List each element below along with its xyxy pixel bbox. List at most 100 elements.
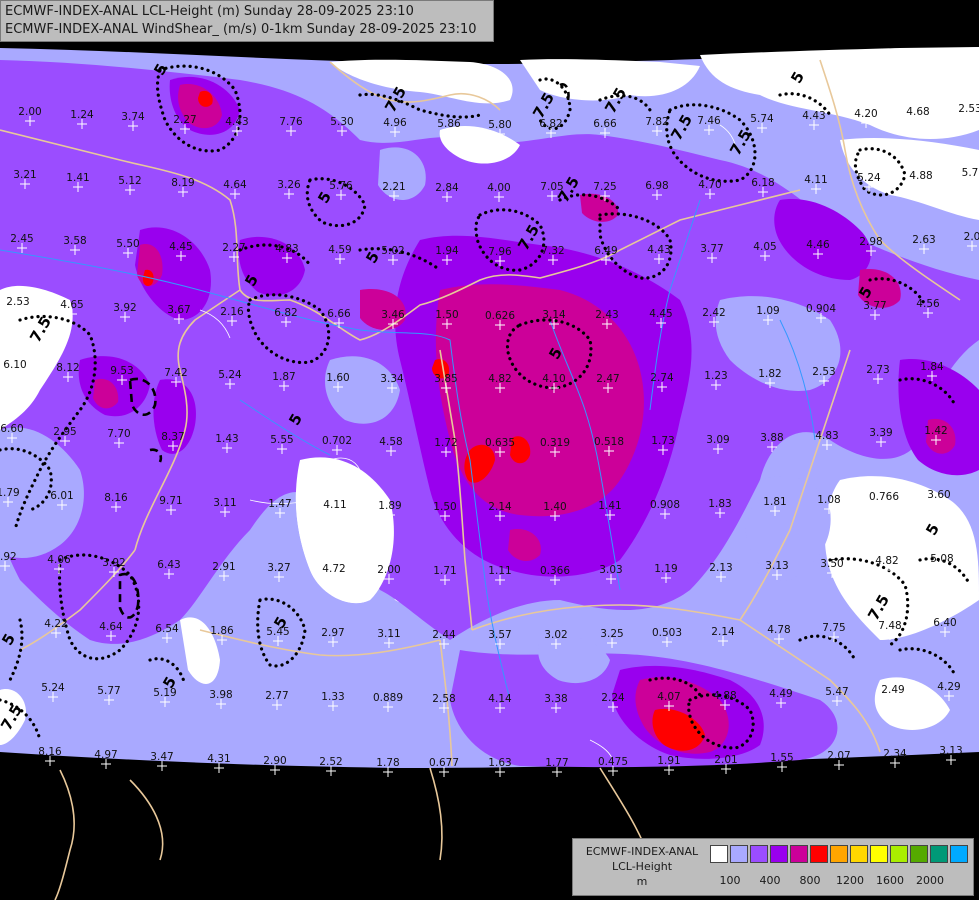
station-value: 4.65	[60, 299, 83, 311]
station-value: 0.319	[540, 437, 570, 449]
station-value: 6.98	[645, 180, 668, 192]
station-value: 2.73	[866, 364, 889, 376]
station-value: 4.20	[854, 108, 877, 120]
station-value: 1.77	[545, 757, 568, 769]
station-value: 2.07	[827, 750, 850, 762]
station-value: 4.45	[649, 308, 672, 320]
station-value: 0.475	[598, 756, 628, 768]
station-value: 4.88	[909, 170, 932, 182]
station-value: 0.518	[594, 436, 624, 448]
legend-swatch	[790, 845, 808, 863]
station-value: 3.92	[0, 551, 17, 563]
station-value: 8.12	[56, 362, 79, 374]
station-value: 2.63	[912, 234, 935, 246]
station-value: 2.47	[596, 373, 619, 385]
station-value: 4.70	[698, 179, 721, 191]
station-value: 5.47	[825, 686, 848, 698]
station-value: 3.11	[377, 628, 400, 640]
station-value: 3.92	[102, 557, 125, 569]
station-value: 3.47	[150, 751, 173, 763]
station-value: 4.43	[647, 244, 670, 256]
station-value: 4.96	[383, 117, 407, 129]
station-value: 4.82	[488, 373, 511, 385]
station-value: 4.56	[916, 298, 940, 310]
station-value: 2.21	[382, 181, 405, 193]
station-value: 1.84	[920, 361, 944, 373]
legend-title-line-3: m	[636, 875, 648, 888]
station-value: 3.98	[209, 689, 232, 701]
legend-swatch	[930, 845, 948, 863]
station-value: 3.88	[760, 432, 783, 444]
station-value: 5.24	[41, 682, 65, 694]
station-value: 4.72	[322, 563, 345, 575]
station-value: 4.83	[815, 430, 838, 442]
station-value: 5.12	[118, 175, 141, 187]
legend-tick-label: 100	[719, 874, 741, 887]
station-value: 5.30	[330, 116, 353, 128]
station-value: 1.83	[708, 498, 731, 510]
station-value: 2.0	[964, 231, 979, 243]
station-value: 2.42	[702, 307, 725, 319]
station-value: 1.72	[434, 437, 457, 449]
station-value: 3.27	[267, 562, 290, 574]
station-value: 2.97	[321, 627, 344, 639]
station-value: 0.366	[540, 565, 570, 577]
legend-title: ECMWF-INDEX-ANAL LCL-Height m	[577, 844, 707, 889]
station-value: 2.27	[173, 114, 196, 126]
station-value: 1.60	[326, 372, 349, 384]
station-value: 6.18	[751, 177, 774, 189]
station-value: 0.702	[322, 435, 352, 447]
station-value: 2.24	[601, 692, 625, 704]
station-value: 4.06	[47, 554, 71, 566]
legend-swatch	[730, 845, 748, 863]
station-value: 4.45	[169, 241, 192, 253]
legend-swatch	[870, 845, 888, 863]
station-value: 3.67	[167, 304, 190, 316]
station-value: 9.71	[159, 495, 182, 507]
station-value: 2.91	[212, 561, 235, 573]
station-value: 4.88	[713, 690, 736, 702]
station-value: 5.24	[218, 369, 242, 381]
station-value: 5.24	[857, 172, 881, 184]
station-value: 6.82	[274, 307, 297, 319]
station-value: 2.74	[650, 372, 674, 384]
legend-tick-label: 1600	[876, 874, 904, 887]
station-value: 3.09	[706, 434, 729, 446]
station-value: 4.43	[225, 116, 248, 128]
station-value: 8.19	[171, 177, 194, 189]
station-value: 6.60	[0, 423, 23, 435]
station-value: 1.41	[598, 500, 621, 512]
station-value: 4.97	[94, 749, 117, 761]
station-value: 2.43	[595, 309, 618, 321]
station-value: 1.11	[488, 565, 511, 577]
station-value: 1.86	[210, 625, 234, 637]
station-value: 4.78	[767, 624, 790, 636]
legend-swatch	[830, 845, 848, 863]
station-value: 3.50	[820, 558, 843, 570]
legend-title-line-2: LCL-Height	[611, 860, 673, 873]
station-value: 1.82	[758, 368, 781, 380]
station-value: 7.42	[164, 367, 187, 379]
station-value: 2.13	[709, 562, 732, 574]
station-value: 1.24	[70, 109, 94, 121]
station-value: 0.889	[373, 692, 403, 704]
station-value: 0.766	[869, 491, 899, 503]
station-value: 5.50	[116, 238, 139, 250]
station-value: 6.43	[157, 559, 180, 571]
station-value: 3.46	[381, 309, 405, 321]
station-value: 1.09	[756, 305, 779, 317]
station-value: 4.59	[328, 244, 351, 256]
station-value: 2.00	[18, 106, 41, 118]
station-value: 3.14	[542, 309, 566, 321]
legend-swatch	[750, 845, 768, 863]
legend-swatches	[710, 845, 970, 863]
station-value: 2.01	[714, 754, 737, 766]
map-title-box: ECMWF-INDEX-ANAL LCL-Height (m) Sunday 2…	[0, 0, 494, 42]
station-value: 1.33	[321, 691, 344, 703]
station-value: 1.55	[770, 752, 793, 764]
station-value: 5.86	[437, 118, 461, 130]
station-value: 1.63	[488, 757, 511, 769]
station-value: 3.25	[600, 628, 623, 640]
station-value: 6.49	[594, 245, 617, 257]
station-value: 1.50	[433, 501, 456, 513]
